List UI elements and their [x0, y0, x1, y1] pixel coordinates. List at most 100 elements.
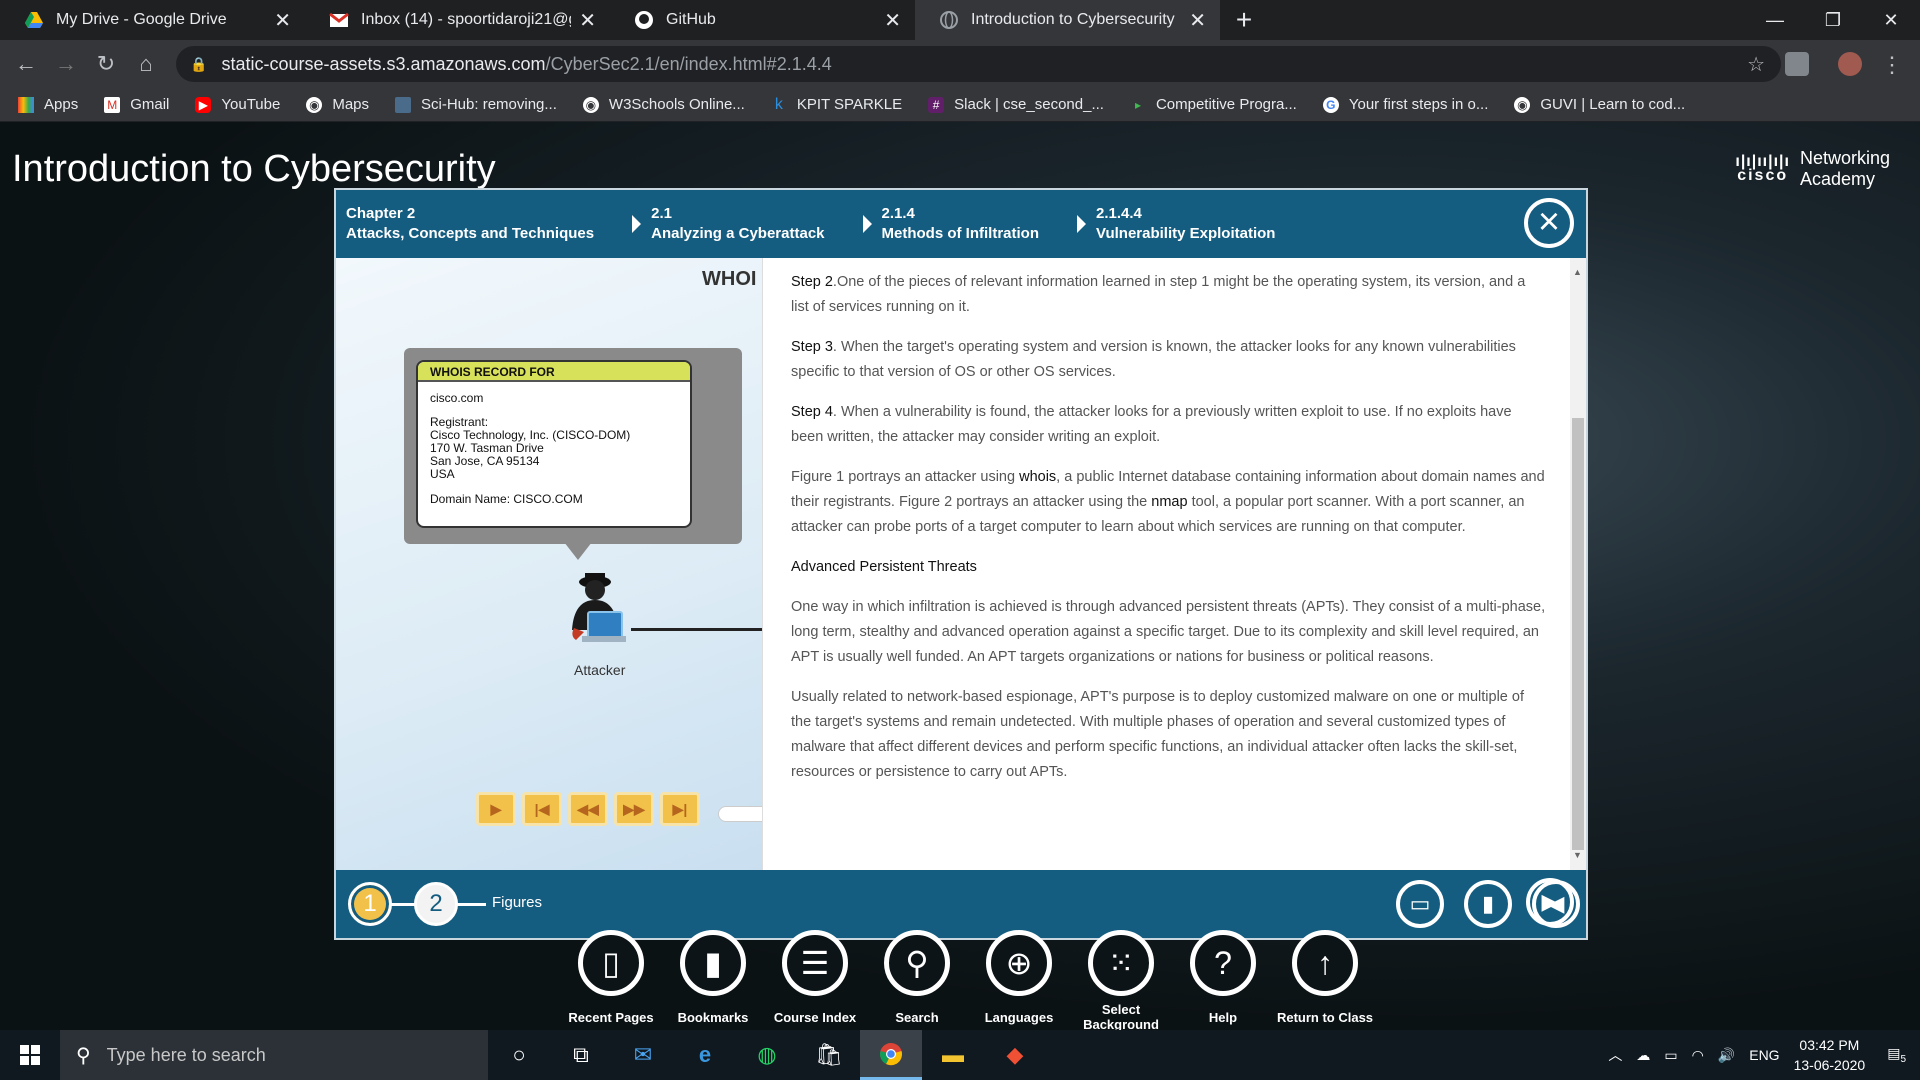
bookmark-label: Your first steps in o...	[1348, 96, 1489, 113]
breadcrumb-chapter[interactable]: Chapter 2 Attacks, Concepts and Technique…	[336, 204, 594, 244]
step-text: .One of the pieces of relevant informati…	[791, 274, 1526, 315]
bookmark-maps[interactable]: ◉ Maps	[306, 96, 369, 113]
scrollbar[interactable]: ▲ ▼	[1570, 258, 1586, 870]
close-tab-icon[interactable]: ✕	[274, 8, 291, 33]
figure-1-button[interactable]: 1	[348, 882, 392, 926]
chrome-icon[interactable]	[860, 1030, 922, 1080]
domain-name-line: Domain Name: CISCO.COM	[430, 492, 583, 506]
breadcrumb-page[interactable]: 2.1.4.4 Vulnerability Exploitation	[1039, 204, 1275, 244]
dock-languages[interactable]: ⊕ Languages	[968, 930, 1070, 1030]
bookmark-apps[interactable]: Apps	[18, 96, 78, 113]
bookmark-gmail[interactable]: M Gmail	[104, 96, 169, 113]
bookmark-label: Apps	[44, 96, 79, 113]
windows-start-icon[interactable]	[0, 1030, 60, 1080]
dock-select-background[interactable]: ⁙ Select Background	[1070, 930, 1172, 1030]
whois-callout: WHOIS RECORD FOR cisco.com Registrant: C…	[404, 348, 742, 544]
bookmark-kpit[interactable]: k KPIT SPARKLE	[771, 96, 902, 113]
breadcrumb-topic[interactable]: 2.1.4 Methods of Infiltration	[825, 204, 1039, 244]
battery-icon[interactable]: ▭	[1664, 1047, 1677, 1064]
whois-domain: cisco.com	[430, 391, 484, 405]
youtube-icon: ▶	[195, 96, 212, 113]
edge-icon[interactable]: e	[674, 1030, 736, 1080]
bookmark-w3schools[interactable]: ◉ W3Schools Online...	[582, 96, 745, 113]
close-tab-icon[interactable]: ✕	[1189, 8, 1206, 33]
fast-forward-icon[interactable]: ▶▶	[614, 792, 654, 826]
callout-pointer	[564, 542, 592, 560]
whatsapp-icon[interactable]: ◍	[736, 1030, 798, 1080]
dock-course-index[interactable]: ☰ Course Index	[764, 930, 866, 1030]
profile-avatar[interactable]	[1838, 52, 1862, 76]
bookmark-google[interactable]: G Your first steps in o...	[1322, 96, 1489, 113]
wifi-icon[interactable]: ◠	[1692, 1047, 1704, 1064]
globe-icon: ⊕	[986, 930, 1052, 996]
next-page-icon[interactable]: ▶	[1526, 878, 1574, 926]
restore-icon[interactable]: ❐	[1804, 0, 1862, 40]
reload-icon[interactable]: ↻	[86, 51, 126, 77]
address-bar[interactable]: 🔒 static-course-assets.s3.amazonaws.com /…	[176, 46, 1781, 82]
globe-icon: ◉	[306, 96, 323, 113]
close-tab-icon[interactable]: ✕	[579, 8, 596, 33]
store-icon[interactable]: 🛍	[798, 1030, 860, 1080]
url-path: /CyberSec2.1/en/index.html#2.1.4.4	[545, 53, 832, 74]
menu-dots-icon[interactable]: ⋮	[1872, 52, 1912, 78]
figure-title: WHOI	[702, 268, 757, 290]
bookmark-icon[interactable]: ▮	[1464, 880, 1512, 928]
dock-help[interactable]: ? Help	[1172, 930, 1274, 1030]
mail-icon[interactable]: ✉	[612, 1030, 674, 1080]
file-explorer-icon[interactable]: ▬	[922, 1030, 984, 1080]
tab-gmail[interactable]: Inbox (14) - spoortidaroji21@gm ✕	[305, 0, 610, 40]
cortana-icon[interactable]: ○	[488, 1030, 550, 1080]
attacker-label: Attacker	[574, 662, 626, 678]
bookmark-slack[interactable]: # Slack | cse_second_...	[928, 96, 1104, 113]
back-icon[interactable]: ←	[6, 51, 46, 77]
animation-progress-slider[interactable]	[718, 806, 762, 822]
scroll-down-icon[interactable]: ▼	[1573, 843, 1582, 868]
breadcrumb-section[interactable]: 2.1 Analyzing a Cyberattack	[594, 204, 825, 244]
tab-github[interactable]: GitHub ✕	[610, 0, 915, 40]
tab-introduction-to-cybersecurity[interactable]: Introduction to Cybersecurity ✕	[915, 0, 1220, 40]
tab-google-drive[interactable]: My Drive - Google Drive ✕	[0, 0, 305, 40]
extension-icon[interactable]	[1785, 52, 1809, 76]
play-icon[interactable]: ▶	[476, 792, 516, 826]
minimize-icon[interactable]: —	[1746, 0, 1804, 40]
content-modal: Chapter 2 Attacks, Concepts and Technique…	[334, 188, 1588, 940]
search-placeholder: Type here to search	[106, 1044, 266, 1065]
show-hidden-icons[interactable]: ︿	[1608, 1045, 1622, 1065]
forward-icon[interactable]: →	[46, 51, 86, 77]
notification-center-icon[interactable]: ▤5	[1887, 1045, 1906, 1065]
grid-icon: ⁙	[1088, 930, 1154, 996]
modal-footer: 1 2 Figures ▭ ▮ ◀	[336, 870, 1586, 938]
dock-search[interactable]: ⚲ Search	[866, 930, 968, 1030]
new-tab-button[interactable]: +	[1220, 0, 1268, 40]
rewind-icon[interactable]: ◀◀	[568, 792, 608, 826]
bookmark-youtube[interactable]: ▶ YouTube	[195, 96, 280, 113]
bookmark-guvi[interactable]: ◉ GUVI | Learn to cod...	[1514, 96, 1685, 113]
scrollbar-thumb[interactable]	[1572, 418, 1584, 850]
volume-icon[interactable]: 🔊	[1718, 1047, 1735, 1064]
tab-title: My Drive - Google Drive	[56, 11, 227, 28]
bookmark-star-icon[interactable]: ☆	[1747, 52, 1765, 77]
skip-to-end-icon[interactable]: ▶|	[660, 792, 700, 826]
bookmark-scihub[interactable]: Sci-Hub: removing...	[395, 96, 557, 113]
scroll-up-icon[interactable]: ▲	[1573, 260, 1582, 285]
clock[interactable]: 03:42 PM 13-06-2020	[1794, 1035, 1866, 1075]
close-window-icon[interactable]: ✕	[1862, 0, 1920, 40]
close-tab-icon[interactable]: ✕	[884, 8, 901, 33]
language-indicator[interactable]: ENG	[1749, 1047, 1779, 1063]
dock-recent-pages[interactable]: ▯ Recent Pages	[560, 930, 662, 1030]
close-icon[interactable]: ×	[1524, 198, 1574, 248]
dock-bookmarks[interactable]: ▮ Bookmarks	[662, 930, 764, 1030]
task-view-icon[interactable]: ⧉	[550, 1030, 612, 1080]
home-icon[interactable]: ⌂	[126, 51, 166, 77]
git-icon[interactable]: ◆	[984, 1030, 1046, 1080]
bookmark-competitive[interactable]: ▸ Competitive Progra...	[1130, 96, 1297, 113]
taskbar-search-input[interactable]: ⚲ Type here to search	[60, 1030, 488, 1080]
figure-2-button[interactable]: 2	[414, 882, 458, 926]
comment-icon[interactable]: ▭	[1396, 880, 1444, 928]
dock-return-to-class[interactable]: ↑ Return to Class	[1274, 930, 1376, 1030]
network-cable	[631, 628, 762, 631]
onedrive-icon[interactable]: ☁	[1636, 1047, 1650, 1064]
skip-to-start-icon[interactable]: |◀	[522, 792, 562, 826]
window-controls: — ❐ ✕	[1746, 0, 1920, 40]
scihub-icon	[395, 96, 412, 113]
